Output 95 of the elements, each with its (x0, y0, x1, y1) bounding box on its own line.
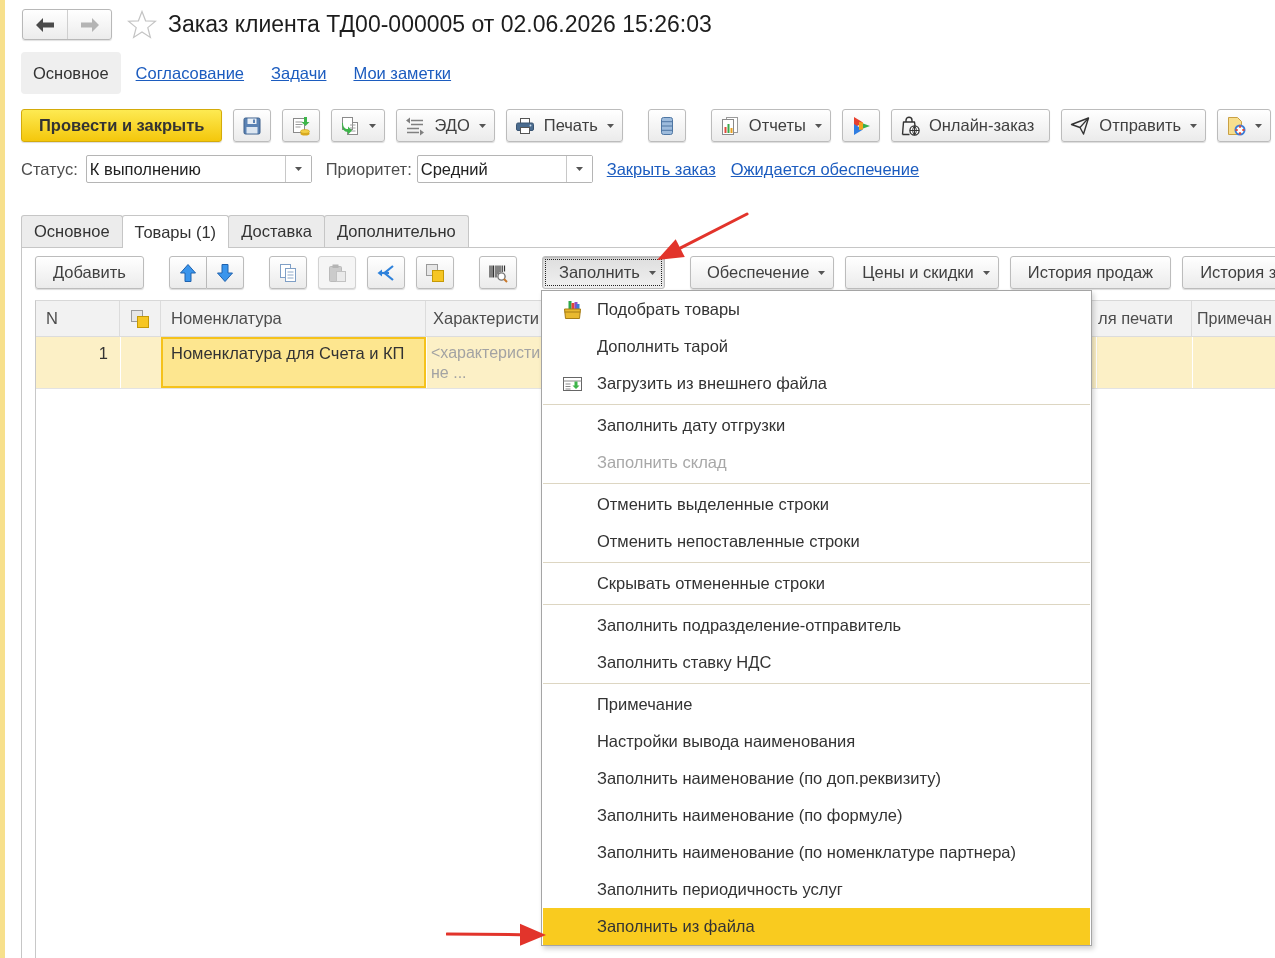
menu-item[interactable]: Заполнить дату отгрузки (542, 407, 1090, 444)
caret-icon (1255, 123, 1263, 128)
printer-icon (514, 115, 535, 136)
icon-button[interactable] (282, 109, 321, 142)
up-arrow-icon (177, 262, 198, 283)
left-arrow-icon (36, 17, 54, 32)
clipboard-icon (326, 262, 347, 283)
caret-icon (606, 123, 614, 128)
icon-button[interactable] (841, 109, 880, 142)
dropdown-button[interactable] (565, 156, 592, 182)
tab[interactable]: Дополнительно (324, 215, 469, 247)
icon-button[interactable] (233, 109, 272, 142)
field-label: Статус: (21, 158, 78, 180)
menu-item[interactable]: Настройки вывода наименования (542, 723, 1090, 760)
caret-icon (1190, 123, 1198, 128)
primary-button[interactable]: Провести и закрыть (21, 109, 223, 142)
toolbar-button[interactable]: Обеспечение (689, 256, 835, 289)
box-items-icon (561, 299, 583, 320)
window-title: Заказ клиента ТД00-000005 от 02.06.2026 15:26:03 (168, 11, 712, 38)
column-header: Номенклатура (161, 301, 426, 336)
bar-chart-document-icon (719, 115, 740, 136)
link[interactable]: Закрыть заказ (606, 156, 716, 182)
icon-button[interactable] (168, 256, 207, 289)
toolbar-button[interactable]: История з (1182, 256, 1275, 289)
icon-button[interactable] (478, 256, 517, 289)
menu-item[interactable]: Заполнить периодичность услуг (542, 871, 1090, 908)
tab[interactable]: Основное (21, 215, 123, 247)
paper-plane-icon (1070, 115, 1091, 136)
section-tab[interactable]: Согласование (123, 52, 257, 94)
caret-icon (575, 167, 583, 171)
toolbar-button[interactable]: ЭДО (396, 109, 495, 142)
menu-item[interactable]: Отменить выделенные строки (542, 486, 1090, 523)
toolbar-button[interactable]: Отправить (1061, 109, 1207, 142)
menu-item[interactable]: Дополнить тарой (542, 328, 1090, 365)
dropdown-field[interactable]: К выполнению (85, 155, 312, 183)
column-header: Примечан (1192, 301, 1275, 336)
icon-button[interactable] (268, 256, 307, 289)
star-icon[interactable] (127, 9, 157, 40)
documents-arrow-icon (340, 115, 361, 136)
icon-button[interactable] (415, 256, 454, 289)
dropdown-field[interactable]: Средний (416, 155, 593, 183)
menu-item[interactable]: Отменить непоставленные строки (542, 523, 1090, 560)
menu-item[interactable]: Примечание (542, 686, 1090, 723)
toolbar-button[interactable]: Онлайн-заказ (890, 109, 1051, 142)
caret-icon (478, 123, 486, 128)
section-tab[interactable]: Основное (21, 52, 121, 94)
menu-item[interactable]: Подобрать товары (542, 291, 1090, 328)
section-tab[interactable]: Мои заметки (341, 52, 464, 94)
table-cell-text: 1 (97, 343, 109, 364)
branching-arrows-icon (375, 262, 396, 283)
table-cell: Номенклатура для Счета и КП (161, 337, 426, 388)
tab[interactable]: Доставка (228, 215, 325, 247)
tab[interactable]: Товары (1) (121, 215, 230, 248)
caret-icon (818, 270, 826, 275)
menu-item[interactable]: Заполнить наименование (по номенклатуре партнера) (542, 834, 1090, 871)
icon-button[interactable] (1217, 109, 1272, 142)
menu-item[interactable]: Загрузить из внешнего файла (542, 365, 1090, 402)
document-lifebuoy-icon (1226, 115, 1247, 136)
table-cell: <характеристи не ... (426, 337, 544, 388)
caret-icon (294, 167, 302, 171)
toolbar-button[interactable]: Добавить (35, 256, 144, 289)
toolbar-button[interactable]: История продаж (1009, 256, 1172, 289)
shopping-bag-globe-icon (899, 115, 920, 136)
field-label: Приоритет: (325, 158, 412, 180)
caret-icon (648, 270, 656, 275)
dropdown-button[interactable] (284, 156, 311, 182)
lines-arrows-icon (405, 115, 426, 136)
caret-icon (982, 270, 990, 275)
caret-icon (369, 123, 377, 128)
menu-item[interactable]: Заполнить ставку НДС (542, 644, 1090, 681)
menu-item[interactable]: Заполнить из файла (542, 908, 1090, 945)
menu-item[interactable]: Заполнить наименование (по доп.реквизиту) (542, 760, 1090, 797)
column-header: ля печати (1096, 301, 1192, 336)
icon-button[interactable] (331, 109, 386, 142)
down-arrow-icon (214, 262, 235, 283)
section-tab[interactable]: Задачи (259, 52, 339, 94)
icon-button[interactable] (647, 109, 686, 142)
menu-item[interactable]: Скрывать отмененные строки (542, 565, 1090, 602)
menu-item[interactable]: Заполнить наименование (по формуле) (542, 797, 1090, 834)
column-header: Характеристи (426, 301, 544, 336)
toolbar-button[interactable]: Отчеты (710, 109, 831, 142)
toolbar-button[interactable]: Цены и скидки (845, 256, 999, 289)
menu-item[interactable]: Заполнить подразделение-отправитель (542, 607, 1090, 644)
document-coins-icon (291, 115, 312, 136)
icon-button[interactable] (366, 256, 405, 289)
toolbar-button[interactable]: Печать (505, 109, 623, 142)
caret-icon (814, 123, 822, 128)
overlapping-squares-icon (130, 308, 150, 329)
column-header: N (36, 301, 120, 336)
toolbar-button[interactable]: Заполнить (541, 256, 665, 289)
link[interactable]: Ожидается обеспечение (730, 156, 920, 182)
icon-button[interactable] (206, 256, 244, 289)
documents-icon (277, 262, 298, 283)
overlapping-squares-icon (424, 262, 445, 283)
right-arrow-icon (80, 17, 99, 32)
